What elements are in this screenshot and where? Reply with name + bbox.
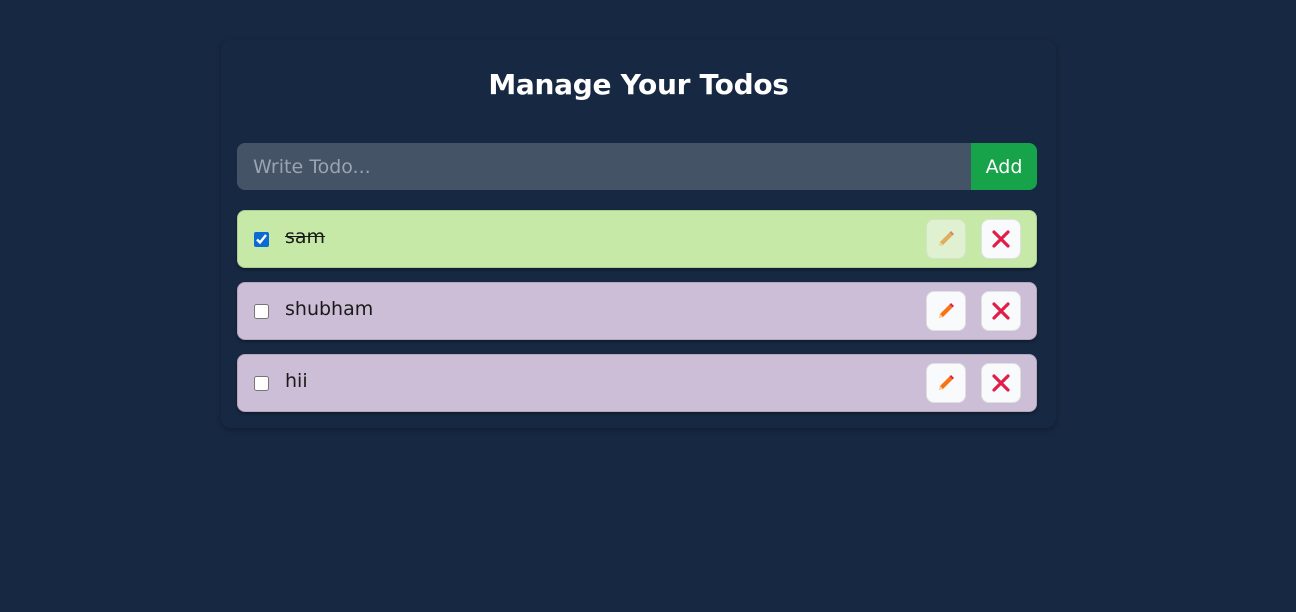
add-button[interactable]: Add bbox=[971, 143, 1037, 190]
todo-input[interactable] bbox=[237, 143, 971, 190]
todo-panel: Manage Your Todos Add sam shub bbox=[221, 40, 1056, 428]
todo-checkbox[interactable] bbox=[254, 376, 269, 391]
todo-item: hii bbox=[237, 354, 1037, 412]
close-icon bbox=[992, 302, 1010, 320]
close-icon bbox=[992, 230, 1010, 248]
todo-checkbox[interactable] bbox=[254, 232, 269, 247]
pencil-icon bbox=[939, 375, 954, 390]
todo-checkbox[interactable] bbox=[254, 304, 269, 319]
todo-list: sam shubham hii bbox=[237, 210, 1037, 426]
edit-button[interactable] bbox=[926, 219, 966, 259]
edit-button[interactable] bbox=[926, 291, 966, 331]
todo-item: sam bbox=[237, 210, 1037, 268]
todo-form: Add bbox=[237, 143, 1037, 190]
edit-button[interactable] bbox=[926, 363, 966, 403]
todo-text: hii bbox=[285, 370, 308, 392]
page-title: Manage Your Todos bbox=[488, 68, 789, 101]
todo-text: shubham bbox=[285, 298, 374, 320]
close-icon bbox=[992, 374, 1010, 392]
todo-item: shubham bbox=[237, 282, 1037, 340]
delete-button[interactable] bbox=[981, 363, 1021, 403]
pencil-icon bbox=[939, 303, 954, 318]
delete-button[interactable] bbox=[981, 219, 1021, 259]
delete-button[interactable] bbox=[981, 291, 1021, 331]
todo-text: sam bbox=[285, 226, 326, 248]
pencil-icon bbox=[939, 231, 954, 246]
